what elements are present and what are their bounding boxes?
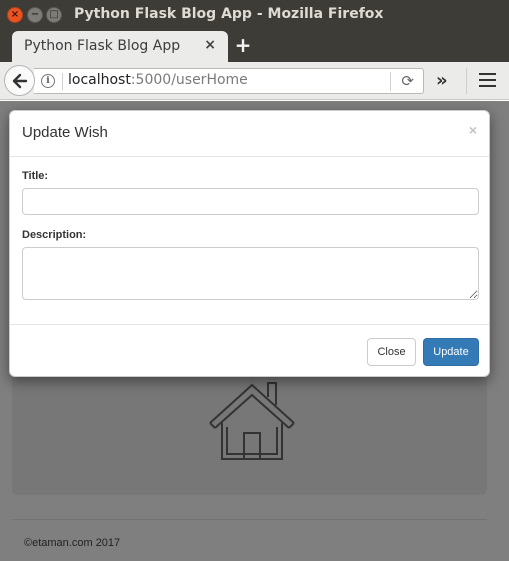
- reload-icon[interactable]: ⟳: [401, 72, 414, 90]
- nav-separator: [466, 68, 467, 94]
- new-tab-button[interactable]: +: [232, 33, 254, 57]
- title-input[interactable]: [22, 188, 479, 215]
- modal-footer: Close Update: [10, 324, 489, 377]
- description-input[interactable]: [22, 247, 479, 300]
- window-close-button[interactable]: ×: [7, 7, 23, 23]
- minimize-icon: −: [30, 9, 40, 20]
- tab-bar: Python Flask Blog App × +: [0, 30, 509, 62]
- modal-title: Update Wish: [22, 124, 108, 141]
- close-icon: ×: [10, 9, 20, 20]
- info-icon[interactable]: i: [41, 74, 55, 88]
- url-separator: [62, 73, 63, 90]
- tab-close-icon[interactable]: ×: [204, 37, 216, 53]
- close-button[interactable]: Close: [367, 338, 416, 366]
- url-text[interactable]: localhost:5000/userHome: [68, 72, 248, 88]
- url-bar[interactable]: i localhost:5000/userHome ⟳: [34, 68, 424, 94]
- window-titlebar: × − □ Python Flask Blog App - Mozilla Fi…: [0, 0, 509, 30]
- tab-label: Python Flask Blog App: [24, 38, 181, 54]
- url-path: :5000/userHome: [130, 72, 248, 88]
- modal-close-icon[interactable]: ×: [469, 122, 477, 138]
- update-wish-modal: Update Wish × Title: Description: Close …: [9, 110, 490, 377]
- window-title: Python Flask Blog App - Mozilla Firefox: [74, 6, 384, 22]
- modal-header: Update Wish ×: [10, 111, 489, 157]
- window-minimize-button[interactable]: −: [27, 7, 43, 23]
- hamburger-menu-icon[interactable]: [479, 73, 496, 87]
- update-button[interactable]: Update: [423, 338, 479, 366]
- tab-active[interactable]: Python Flask Blog App ×: [12, 31, 228, 62]
- description-label: Description:: [22, 229, 87, 241]
- back-button[interactable]: [4, 65, 35, 96]
- navigation-bar: i localhost:5000/userHome ⟳ »: [0, 62, 509, 100]
- maximize-icon: □: [49, 9, 59, 20]
- back-arrow-icon: [12, 73, 28, 89]
- window-maximize-button[interactable]: □: [46, 7, 62, 23]
- reload-separator: [390, 72, 391, 91]
- overflow-chevron-icon[interactable]: »: [436, 70, 448, 91]
- url-host: localhost: [68, 72, 131, 88]
- title-label: Title:: [22, 170, 49, 182]
